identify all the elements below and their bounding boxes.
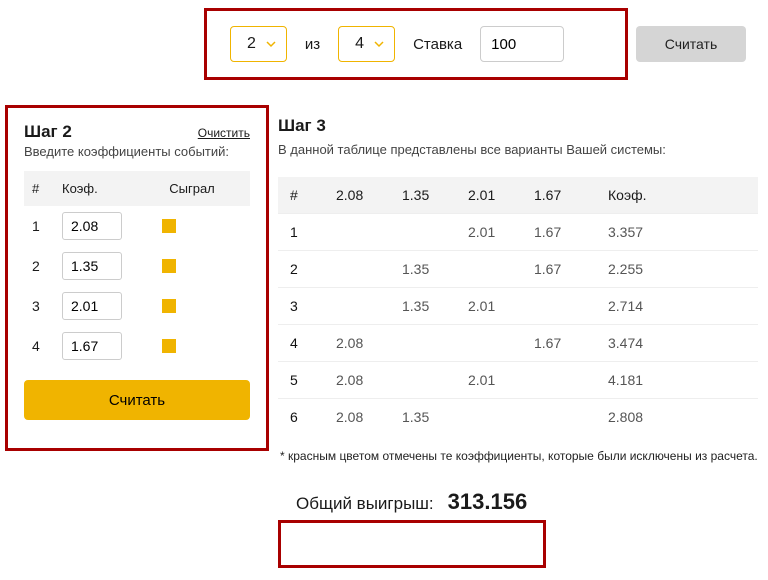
played-checkbox[interactable] [162, 219, 176, 233]
step3-panel: Шаг 3 В данной таблице представлены все … [278, 116, 758, 527]
step2-title: Шаг 2 [24, 122, 72, 142]
coef-row: 1 [24, 206, 250, 246]
coef-table-header: # Коэф. Сыграл [24, 171, 250, 206]
vr-c3: 2.01 [468, 224, 534, 240]
total-box: Общий выигрыш: 313.156 [278, 477, 758, 527]
vr-c3 [468, 261, 534, 277]
vr-c1: 2.08 [336, 409, 402, 425]
total-value: 313.156 [448, 489, 528, 515]
vr-coef: 3.474 [608, 335, 746, 351]
vr-num: 4 [290, 335, 336, 351]
vr-num: 3 [290, 298, 336, 314]
vr-c3 [468, 409, 534, 425]
vr-c4: 1.67 [534, 261, 608, 277]
vh-c1: 2.08 [336, 187, 402, 203]
vr-c3: 2.01 [468, 372, 534, 388]
total-count-select[interactable]: 4 [338, 26, 395, 62]
vr-c2 [402, 372, 468, 388]
vr-c2: 1.35 [402, 409, 468, 425]
vr-c1 [336, 298, 402, 314]
vh-num: # [290, 187, 336, 203]
row-num: 2 [32, 258, 62, 274]
total-label: Общий выигрыш: [296, 494, 434, 514]
footnote: * красным цветом отмечены те коэффициент… [280, 449, 758, 463]
step2-subtitle: Введите коэффициенты событий: [24, 144, 250, 159]
coef-row: 2 [24, 246, 250, 286]
row-num: 1 [32, 218, 62, 234]
coef-input[interactable] [62, 252, 122, 280]
vr-c2 [402, 224, 468, 240]
vh-coef: Коэф. [608, 187, 746, 203]
vr-num: 6 [290, 409, 336, 425]
pick-count-value: 2 [247, 35, 256, 53]
col-num: # [32, 181, 62, 196]
row-num: 4 [32, 338, 62, 354]
total-count-value: 4 [355, 35, 364, 53]
coef-input[interactable] [62, 332, 122, 360]
vr-c2: 1.35 [402, 261, 468, 277]
played-checkbox[interactable] [162, 339, 176, 353]
coef-input[interactable] [62, 292, 122, 320]
vr-c1 [336, 224, 402, 240]
vr-c2: 1.35 [402, 298, 468, 314]
vr-c1: 2.08 [336, 372, 402, 388]
of-label: из [305, 36, 320, 53]
vr-c1: 2.08 [336, 335, 402, 351]
vr-c4: 1.67 [534, 335, 608, 351]
stake-label: Ставка [413, 36, 462, 53]
calculate-button-top[interactable]: Считать [636, 26, 746, 62]
vr-c4 [534, 372, 608, 388]
variant-row: 52.08 2.01 4.181 [278, 361, 758, 398]
vr-coef: 4.181 [608, 372, 746, 388]
step2-panel: Шаг 2 Очистить Введите коэффициенты собы… [10, 108, 264, 438]
vr-num: 5 [290, 372, 336, 388]
col-played: Сыграл [142, 181, 242, 196]
vr-coef: 2.808 [608, 409, 746, 425]
col-coef: Коэф. [62, 181, 142, 196]
clear-button[interactable]: Очистить [198, 126, 250, 140]
vr-coef: 2.714 [608, 298, 746, 314]
vh-c2: 1.35 [402, 187, 468, 203]
step3-subtitle: В данной таблице представлены все вариан… [278, 142, 758, 157]
variant-row: 3 1.352.01 2.714 [278, 287, 758, 324]
played-checkbox[interactable] [162, 259, 176, 273]
vh-c4: 1.67 [534, 187, 608, 203]
vr-c4: 1.67 [534, 224, 608, 240]
vr-c2 [402, 335, 468, 351]
variant-row: 42.08 1.673.474 [278, 324, 758, 361]
vh-c3: 2.01 [468, 187, 534, 203]
played-checkbox[interactable] [162, 299, 176, 313]
variant-row: 62.081.35 2.808 [278, 398, 758, 435]
row-num: 3 [32, 298, 62, 314]
chevron-down-icon [266, 39, 276, 49]
coef-input[interactable] [62, 212, 122, 240]
step3-title: Шаг 3 [278, 116, 758, 136]
vr-c3 [468, 335, 534, 351]
vr-num: 2 [290, 261, 336, 277]
chevron-down-icon [374, 39, 384, 49]
system-params-bar: 2 из 4 Ставка [208, 12, 626, 76]
vr-coef: 3.357 [608, 224, 746, 240]
vr-c4 [534, 298, 608, 314]
vr-coef: 2.255 [608, 261, 746, 277]
vr-c3: 2.01 [468, 298, 534, 314]
pick-count-select[interactable]: 2 [230, 26, 287, 62]
vr-num: 1 [290, 224, 336, 240]
coef-row: 4 [24, 326, 250, 366]
calculate-button[interactable]: Считать [24, 380, 250, 420]
variant-row: 1 2.011.673.357 [278, 213, 758, 250]
vr-c1 [336, 261, 402, 277]
variant-table-header: # 2.08 1.35 2.01 1.67 Коэф. [278, 177, 758, 213]
stake-input[interactable] [480, 26, 564, 62]
variant-row: 2 1.35 1.672.255 [278, 250, 758, 287]
coef-row: 3 [24, 286, 250, 326]
highlight-total [278, 520, 546, 568]
vr-c4 [534, 409, 608, 425]
